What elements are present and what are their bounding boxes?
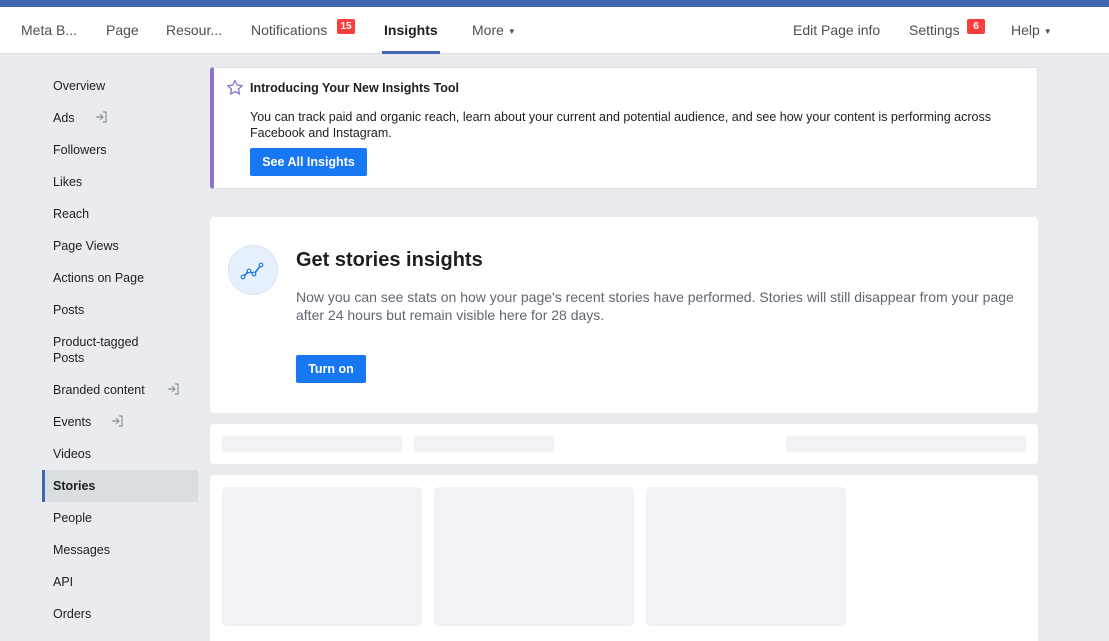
sidebar-item-followers[interactable]: Followers: [42, 134, 198, 166]
sidebar-item-label: Actions on Page: [53, 271, 145, 285]
nav-tab-label: Insights: [384, 22, 438, 38]
sidebar-item-label: Stories: [53, 479, 96, 493]
nav-tab-page[interactable]: Page: [106, 7, 139, 53]
nav-tab-label: Meta B...: [21, 22, 78, 38]
nav-settings[interactable]: Settings 6: [909, 7, 985, 53]
external-link-icon: [112, 415, 123, 427]
stories-description: Now you can see stats on how your page's…: [296, 289, 1014, 323]
sidebar-item-product-tagged-posts[interactable]: Product-tagged Posts: [42, 326, 174, 374]
sidebar-item-label: Product-tagged Posts: [53, 335, 139, 365]
nav-tab-label: Resour...: [166, 22, 223, 38]
sidebar-item-ads[interactable]: Ads: [42, 102, 198, 134]
nav-tab-label: Notifications: [251, 22, 328, 38]
sidebar-item-label: Page Views: [53, 239, 119, 253]
sidebar-item-label: Posts: [53, 303, 85, 317]
banner-text: You can track paid and organic reach, le…: [250, 110, 991, 140]
nav-tab-insights[interactable]: Insights: [382, 7, 440, 54]
nav-tab-label: Help: [1011, 22, 1040, 38]
external-link-icon: [96, 111, 107, 123]
sidebar-item-label: Messages: [53, 543, 110, 557]
nav-tab-meta[interactable]: Meta B...: [21, 7, 77, 53]
sidebar-item-label: API: [53, 575, 74, 589]
sidebar-item-reach[interactable]: Reach: [42, 198, 198, 230]
loading-stories-grid: [210, 475, 1038, 641]
sidebar-item-label: Orders: [53, 607, 92, 621]
sidebar-item-actions-on-page[interactable]: Actions on Page: [42, 262, 198, 294]
nav-tab-label: Edit Page info: [793, 22, 881, 38]
sidebar-item-messages[interactable]: Messages: [42, 534, 198, 566]
sidebar-item-label: Ads: [53, 111, 75, 125]
see-all-insights-button[interactable]: See All Insights: [250, 148, 367, 176]
caret-down-icon: ▼: [1043, 27, 1052, 36]
sidebar-item-label: Branded content: [53, 383, 145, 397]
sidebar-item-page-views[interactable]: Page Views: [42, 230, 198, 262]
sidebar-item-orders[interactable]: Orders: [42, 598, 198, 630]
nav-tab-resources[interactable]: Resour...: [166, 7, 222, 53]
stories-insights-card: Get stories insights Now you can see sta…: [210, 217, 1038, 413]
stories-title: Get stories insights: [296, 249, 483, 271]
loading-story-tile: [434, 487, 634, 626]
external-link-icon: [168, 383, 179, 395]
sidebar-item-label: Overview: [53, 79, 106, 93]
sidebar-item-posts[interactable]: Posts: [42, 294, 198, 326]
loading-placeholder: [414, 436, 554, 452]
chart-line-icon: [228, 245, 278, 295]
nav-tab-label: Settings: [909, 22, 960, 38]
chart-line-icon-graphic: [240, 262, 264, 280]
sidebar-item-api[interactable]: API: [42, 566, 198, 598]
settings-badge: 6: [967, 19, 985, 34]
sidebar-item-label: Reach: [53, 207, 90, 221]
nav-tab-notifications[interactable]: Notifications 15: [251, 7, 355, 53]
sidebar-item-label: Videos: [53, 447, 91, 461]
new-insights-banner: Introducing Your New Insights Tool You c…: [210, 67, 1038, 189]
turn-on-button[interactable]: Turn on: [296, 355, 366, 383]
nav-edit-page-info[interactable]: Edit Page info: [793, 7, 880, 53]
sidebar-item-videos[interactable]: Videos: [42, 438, 198, 470]
nav-tab-label: More: [472, 22, 504, 38]
sidebar-item-likes[interactable]: Likes: [42, 166, 198, 198]
sidebar-item-label: People: [53, 511, 92, 525]
loading-placeholder: [786, 436, 1026, 452]
sidebar-item-events[interactable]: Events: [42, 406, 198, 438]
loading-story-tile: [222, 487, 422, 626]
loading-placeholder: [222, 436, 402, 452]
insights-sidebar: Overview Ads Followers Likes Reach Page …: [42, 70, 198, 630]
loading-story-tile: [646, 487, 846, 626]
top-brand-strip: [0, 0, 1109, 7]
sidebar-item-label: Events: [53, 415, 92, 429]
nav-tab-label: Page: [106, 22, 139, 38]
sidebar-item-label: Likes: [53, 175, 83, 189]
caret-down-icon: ▼: [507, 27, 516, 36]
sidebar-item-stories[interactable]: Stories: [42, 470, 198, 502]
notifications-badge: 15: [337, 19, 355, 34]
page-top-nav: Meta B... Page Resour... Notifications 1…: [0, 7, 1109, 54]
sidebar-item-label: Followers: [53, 143, 107, 157]
sidebar-item-people[interactable]: People: [42, 502, 198, 534]
nav-help[interactable]: Help ▼: [1011, 7, 1052, 53]
star-icon: [227, 79, 243, 95]
banner-title: Introducing Your New Insights Tool: [250, 81, 460, 95]
nav-tab-more[interactable]: More ▼: [472, 7, 516, 53]
sidebar-item-branded-content[interactable]: Branded content: [42, 374, 198, 406]
sidebar-item-overview[interactable]: Overview: [42, 70, 198, 102]
loading-filter-bar: [210, 424, 1038, 464]
